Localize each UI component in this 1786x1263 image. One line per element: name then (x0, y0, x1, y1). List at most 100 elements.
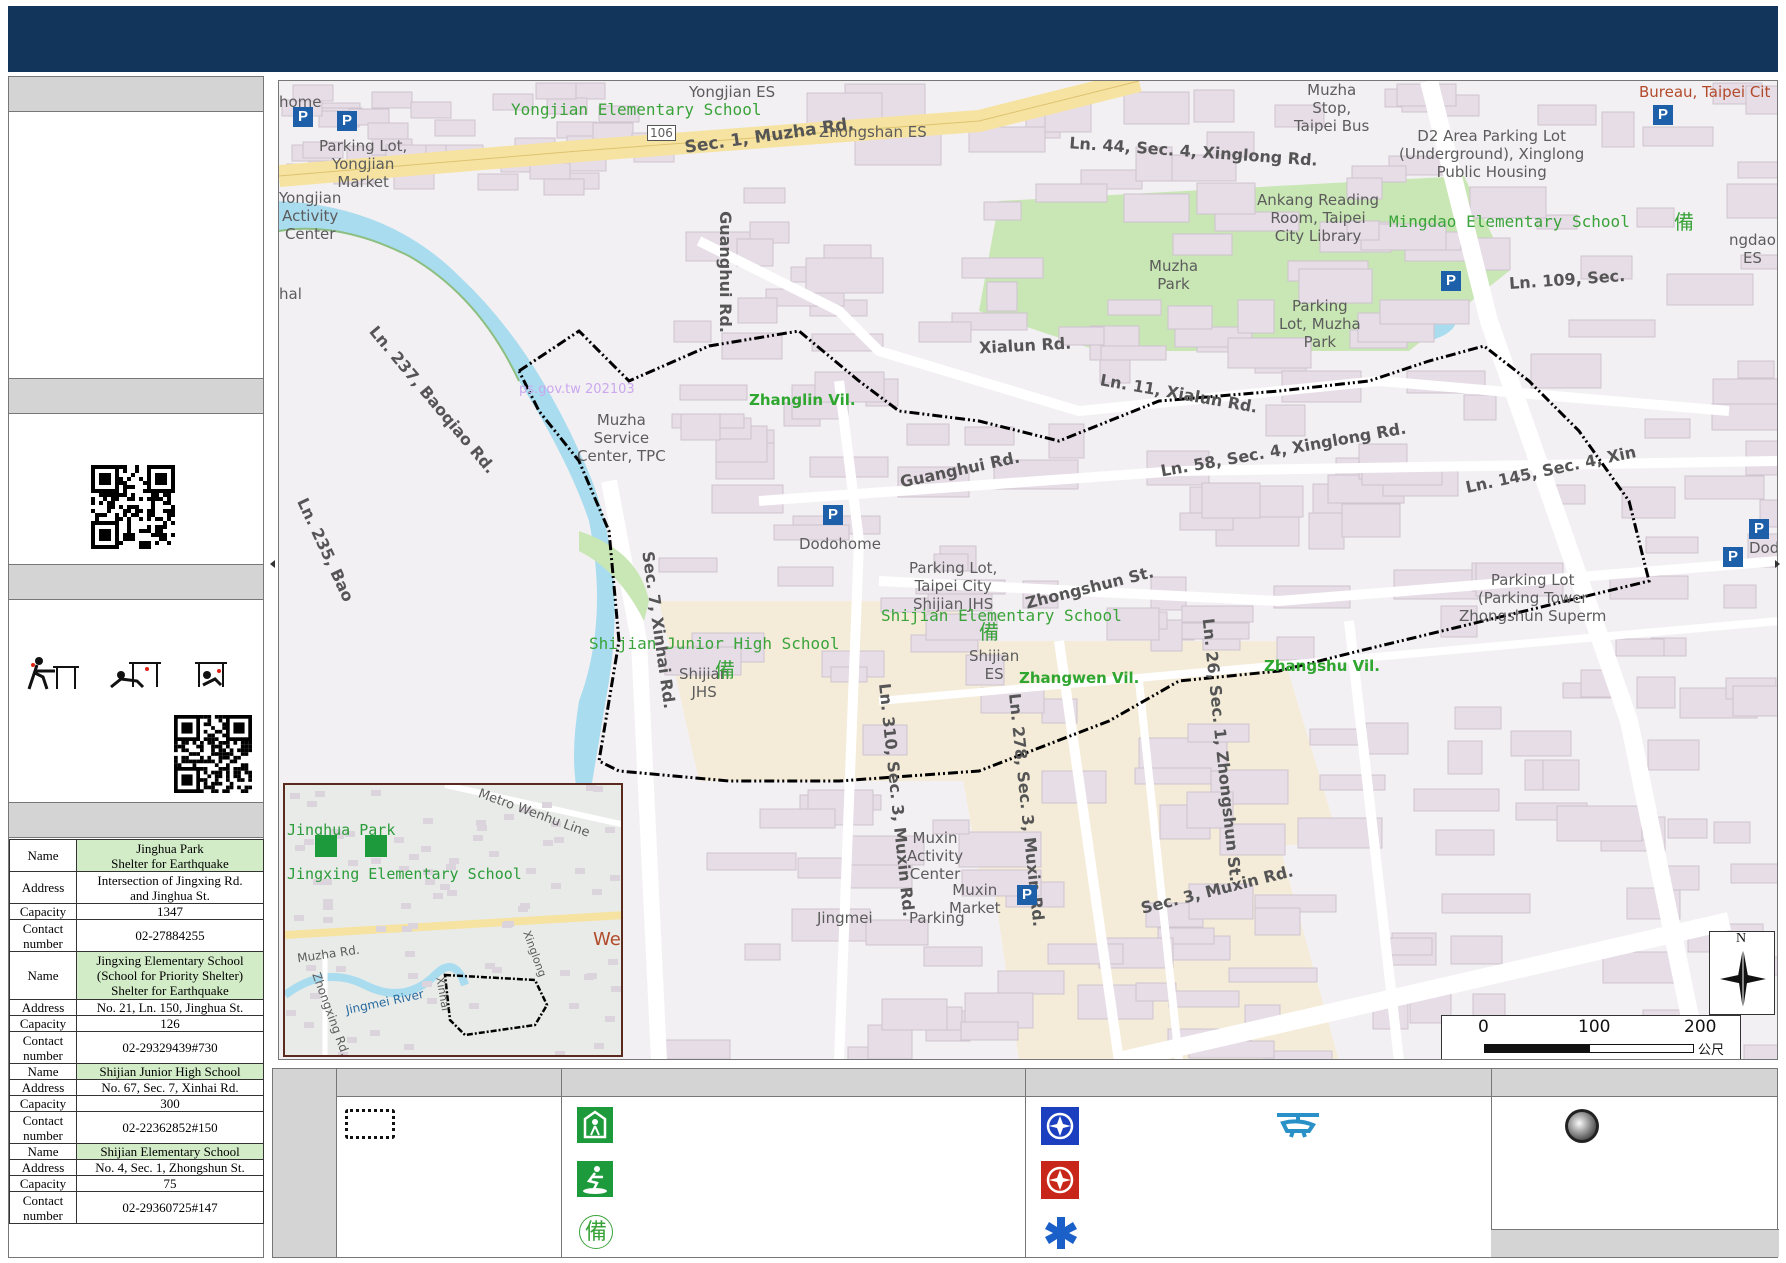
map-label-shijian-es: Shijian Elementary School (881, 606, 1122, 625)
map-label-dodo: Dodo (1749, 539, 1777, 557)
reserve-icon: 備 (979, 620, 999, 644)
map-arrow-left-icon[interactable] (270, 560, 275, 568)
shelter-field-label: Capacity (9, 1015, 77, 1032)
drill-panel-header (9, 565, 263, 600)
drill-panel (8, 564, 264, 804)
reserve-icon: 備 (715, 658, 735, 682)
shelter-field-value: No. 21, Ln. 150, Jinghua St. (76, 999, 264, 1016)
info-panel (8, 76, 264, 380)
map-label-parking-yongjian: Parking Lot, Yongjian Market (319, 137, 408, 191)
map-label-yongjian-es-short: Yongjian ES (689, 83, 776, 101)
route-shield-106: 106 (647, 125, 676, 141)
shelter-panel-header (9, 803, 263, 838)
shelter-row: Name Jingxing Elementary School (School f… (9, 951, 264, 1000)
shelter-field-value: Jinghua Park Shelter for Earthquake (76, 839, 264, 872)
scale-label-0: 0 (1478, 1017, 1489, 1037)
earthquake-shelter-icon (577, 1161, 613, 1197)
legend-divider (561, 1069, 562, 1257)
parking-icon[interactable]: P (1441, 271, 1461, 291)
drill-qr-code[interactable] (174, 715, 252, 793)
legend-footer-bar (1491, 1229, 1779, 1257)
police-icon (1041, 1107, 1079, 1145)
evacuation-shelter-icon (577, 1107, 613, 1143)
shelter-field-value: 300 (76, 1095, 264, 1112)
info-panel-header (9, 77, 263, 112)
scale-bar-empty (1589, 1044, 1694, 1053)
map[interactable]: Yongjian Elementary School Yongjian ES S… (278, 80, 1778, 1060)
map-label-hal: hal (279, 285, 302, 303)
shelter-row: Name Shijian Junior High School (9, 1063, 264, 1080)
shelter-row: Capacity 300 (9, 1095, 264, 1112)
map-label-ankang: Ankang Reading Room, Taipei City Library (1257, 191, 1380, 245)
map-label-zhanglin: Zhanglin Vil. (749, 391, 856, 409)
parking-icon[interactable]: P (293, 107, 313, 127)
shelter-row: Address No. 67, Sec. 7, Xinhai Rd. (9, 1079, 264, 1096)
medical-icon (1045, 1217, 1077, 1249)
shelter-row: Contact number 02-22362852#150 (9, 1111, 264, 1144)
shelter-row: Name Jinghua Park Shelter for Earthquake (9, 839, 264, 872)
drop-icon (27, 657, 79, 690)
shelter-field-value: Shijian Junior High School (76, 1063, 264, 1080)
reserve-legend-icon: 備 (579, 1215, 613, 1249)
legend: 備 (272, 1068, 1779, 1258)
map-label-shijian-jhs: Shijian Junior High School (589, 634, 840, 653)
shelter-field-value: 1347 (76, 903, 264, 920)
map-label-dodohome: Dodohome (799, 535, 881, 553)
shelter-field-label: Contact number (9, 1031, 77, 1064)
shelter-field-value: 02-27884255 (76, 919, 264, 952)
parking-icon[interactable]: P (1723, 547, 1743, 567)
map-arrow-right-icon[interactable] (1775, 560, 1780, 568)
parking-icon[interactable]: P (1749, 519, 1769, 539)
map-label-parking-tower: Parking Lot (Parking Tower Zhongshun Sup… (1459, 571, 1607, 625)
reserve-icon: 備 (1674, 210, 1694, 234)
map-label-zhangwen: Zhangwen Vil. (1019, 669, 1140, 687)
map-label-d2-parking: D2 Area Parking Lot (Underground), Xingl… (1399, 127, 1585, 181)
shelter-row: Contact number 02-29329439#730 (9, 1031, 264, 1064)
shelter-field-label: Contact number (9, 919, 77, 952)
map-label-muzha-stop: Muzha Stop, Taipei Bus (1294, 81, 1370, 135)
scale-label-200: 200 (1684, 1017, 1717, 1037)
shelter-field-value: No. 67, Sec. 7, Xinhai Rd. (76, 1079, 264, 1096)
header-bar (8, 6, 1778, 72)
scale-bar: 0 100 200 公尺 (1441, 1015, 1741, 1059)
shelter-row: Address No. 4, Sec. 1, Zhongshun St. (9, 1159, 264, 1176)
fire-station-icon (1041, 1161, 1079, 1199)
shelter-field-value: Jingxing Elementary School (School for P… (76, 951, 264, 1000)
shelter-field-value: 02-29329439#730 (76, 1031, 264, 1064)
cover-icon (110, 662, 161, 689)
shelter-field-label: Name (9, 1063, 77, 1080)
qr-code[interactable] (91, 465, 175, 549)
shelter-row: Name Shijian Elementary School (9, 1143, 264, 1160)
map-label-yongjian-activity: Yongjian Activity Center (279, 189, 342, 243)
parking-icon[interactable]: P (823, 505, 843, 525)
shelter-field-value: 02-29360725#147 (76, 1191, 264, 1224)
map-label-bureau: Bureau, Taipei Cit (1639, 83, 1771, 101)
scale-bar-filled (1484, 1044, 1589, 1053)
parking-icon[interactable]: P (1653, 105, 1673, 125)
shelter-field-value: 02-22362852#150 (76, 1111, 264, 1144)
parking-icon[interactable]: P (337, 111, 357, 131)
helipad-icon (1277, 1113, 1319, 1138)
shelter-row: Capacity 1347 (9, 903, 264, 920)
shelter-field-value: No. 4, Sec. 1, Zhongshun St. (76, 1159, 264, 1176)
hold-on-icon (195, 662, 227, 687)
map-label-muzha-service: Muzha Service Center, TPC (577, 411, 666, 465)
scale-label-100: 100 (1578, 1017, 1611, 1037)
shelter-panel: Name Jinghua Park Shelter for Earthquake A… (8, 802, 264, 1258)
shelter-field-label: Address (9, 1079, 77, 1096)
map-label-yongjian-es: Yongjian Elementary School (511, 100, 762, 119)
shelter-field-label: Address (9, 1159, 77, 1176)
map-label-mingdao: Mingdao Elementary School (1389, 212, 1630, 231)
map-label-muxin-activity: Muxin Activity Center (907, 829, 964, 883)
parking-icon[interactable]: P (1017, 885, 1037, 905)
boundary-legend-icon (345, 1109, 395, 1139)
shelter-row: Capacity 126 (9, 1015, 264, 1032)
map-label-jingmei: Jingmei (817, 909, 873, 927)
map-label-guanghui-vert: Guanghui Rd. (715, 211, 735, 333)
legend-divider (1025, 1069, 1026, 1257)
shelter-field-label: Name (9, 1143, 77, 1160)
inset-map[interactable]: Jinghua Park Jingxing Elementary School … (283, 783, 623, 1057)
map-label-parking-bottom: Parking (909, 909, 965, 927)
north-arrow: N (1709, 931, 1775, 1015)
map-label-shijian-es-short: Shijian ES (969, 647, 1020, 683)
